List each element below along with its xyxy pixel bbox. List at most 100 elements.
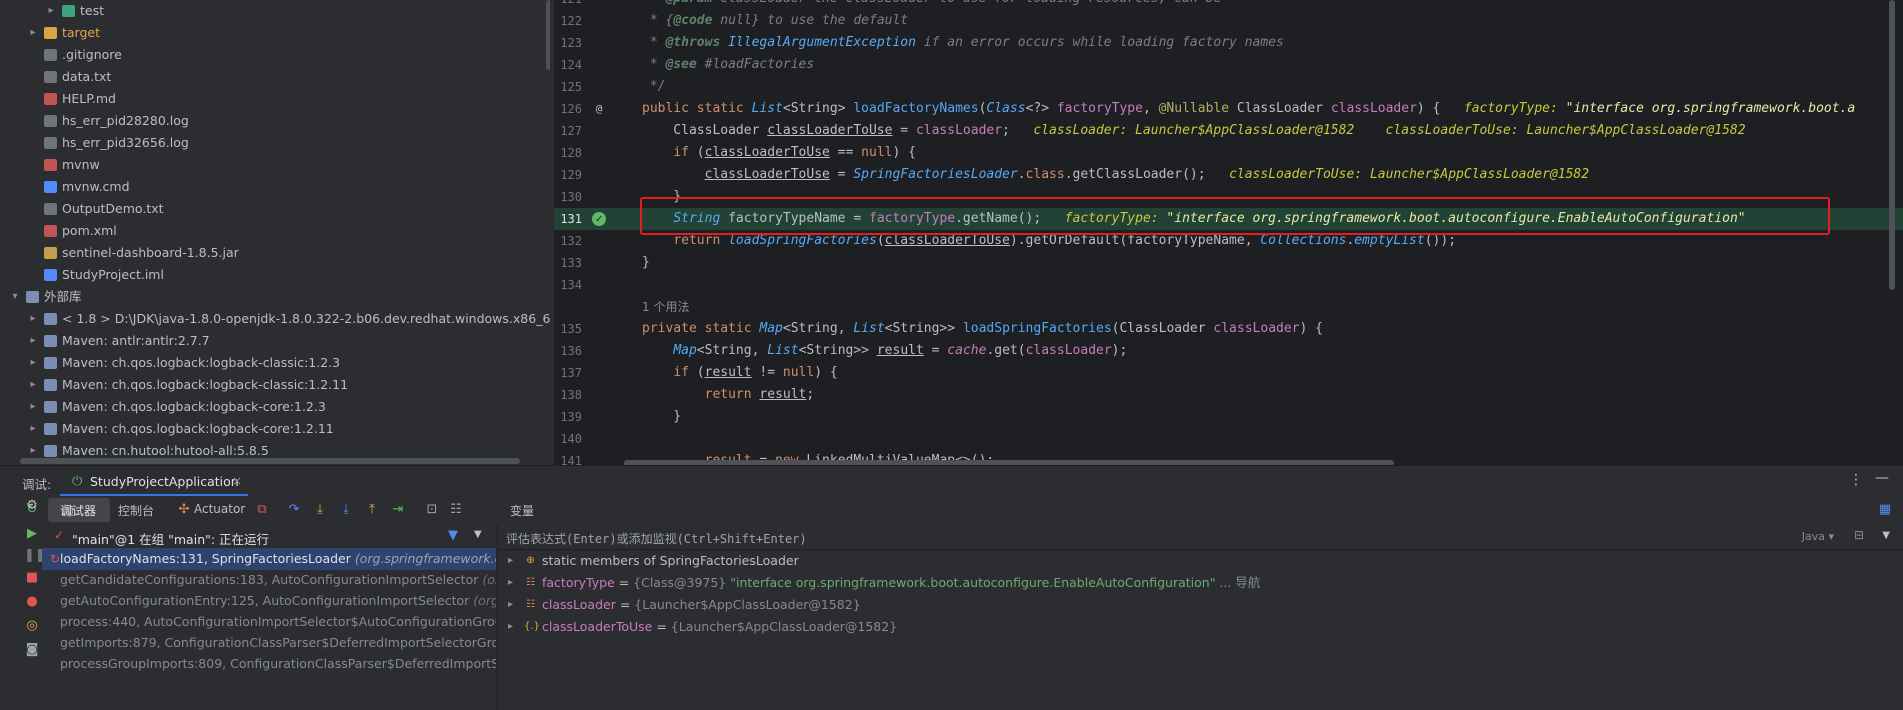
line-number[interactable]: 123 xyxy=(554,32,582,54)
layout-icon[interactable]: ⧉ xyxy=(254,502,270,518)
stack-frame[interactable]: getAutoConfigurationEntry:125, AutoConfi… xyxy=(42,590,496,612)
tree-item[interactable]: OutputDemo.txt xyxy=(0,198,550,220)
filter-icon[interactable]: ▼ xyxy=(448,528,458,543)
code-line[interactable]: 122 * {@code null} to use the default xyxy=(554,10,1903,32)
step-out-icon[interactable]: ⤒ xyxy=(364,502,380,518)
tree-item[interactable]: HELP.md xyxy=(0,88,550,110)
thread-selector[interactable]: ✓ "main"@1 在组 "main": 正在运行 ▼ ▼ xyxy=(42,526,496,548)
evaluate-expression-field[interactable]: 评估表达式(Enter)或添加监视(Ctrl+Shift+Enter) Java… xyxy=(498,524,1903,550)
more-options-icon[interactable]: ⋮ xyxy=(1849,472,1863,488)
line-number[interactable]: 124 xyxy=(554,54,582,76)
editor-vertical-scrollbar[interactable] xyxy=(1889,0,1895,290)
line-number[interactable]: 132 xyxy=(554,230,582,252)
line-number[interactable]: 121 xyxy=(554,0,582,10)
tree-item[interactable]: hs_err_pid32656.log xyxy=(0,132,550,154)
chevron-right-icon[interactable]: ▸ xyxy=(44,0,58,22)
stack-frame[interactable]: getCandidateConfigurations:183, AutoConf… xyxy=(42,569,496,591)
tree-item[interactable]: mvnw xyxy=(0,154,550,176)
tree-item[interactable]: ▸ target xyxy=(0,22,550,44)
tree-item[interactable]: ▸ < 1.8 > D:\JDK\java-1.8.0-openjdk-1.8.0… xyxy=(0,308,550,330)
force-step-into-icon[interactable]: ⤓ xyxy=(338,502,354,518)
mute-breakpoints-icon[interactable]: ◎ xyxy=(24,618,40,634)
code-line[interactable]: 123 * @throws IllegalArgumentException i… xyxy=(554,32,1903,54)
tree-horizontal-scrollbar[interactable] xyxy=(20,458,520,464)
variable-row[interactable]: ▸ ☷ classLoader = {Launcher$AppClassLoader… xyxy=(498,594,1903,616)
code-line[interactable]: 127 ClassLoader classLoaderToUse = class… xyxy=(554,120,1903,142)
line-number[interactable]: 141 xyxy=(554,450,582,465)
stack-frame[interactable]: processGroupImports:809, ConfigurationCl… xyxy=(42,653,496,675)
line-number[interactable]: 134 xyxy=(554,274,582,296)
line-number[interactable]: 127 xyxy=(554,120,582,142)
code-line[interactable]: 140 xyxy=(554,428,1903,450)
tree-item[interactable]: hs_err_pid28280.log xyxy=(0,110,550,132)
stop-icon[interactable]: ■ xyxy=(24,570,40,586)
line-number[interactable]: 135 xyxy=(554,318,582,340)
line-number[interactable]: 133 xyxy=(554,252,582,274)
line-number[interactable]: 128 xyxy=(554,142,582,164)
pin-icon[interactable]: ⊟ xyxy=(1854,528,1864,542)
close-tab-icon[interactable]: × xyxy=(232,474,242,488)
code-line[interactable]: 124 * @see #loadFactories xyxy=(554,54,1903,76)
step-over-icon[interactable]: ↷ xyxy=(286,502,302,518)
minimize-icon[interactable]: — xyxy=(1875,470,1889,486)
chevron-down-icon[interactable]: ▼ xyxy=(474,529,482,540)
tree-item[interactable]: ▸ Maven: ch.qos.logback:logback-classic:1… xyxy=(0,352,550,374)
line-number[interactable]: 130 xyxy=(554,186,582,208)
tree-item[interactable]: sentinel-dashboard-1.8.5.jar xyxy=(0,242,550,264)
code-line[interactable]: 129 classLoaderToUse = SpringFactoriesLo… xyxy=(554,164,1903,186)
line-number[interactable]: 131 xyxy=(554,208,582,230)
chevron-right-icon[interactable]: ▸ xyxy=(26,418,40,440)
chevron-right-icon[interactable]: ▸ xyxy=(26,396,40,418)
code-line[interactable]: 137 if (result != null) { xyxy=(554,362,1903,384)
stack-frame[interactable]: process:440, AutoConfigurationImportSele… xyxy=(42,611,496,633)
chevron-right-icon[interactable]: ▸ xyxy=(26,330,40,352)
chevron-right-icon[interactable]: ▸ xyxy=(26,22,40,44)
stack-frame[interactable]: getImports:879, ConfigurationClassParser… xyxy=(42,632,496,654)
tree-item[interactable]: StudyProject.iml xyxy=(0,264,550,286)
line-number[interactable]: 125 xyxy=(554,76,582,98)
chevron-down-icon[interactable]: ▾ xyxy=(8,286,22,308)
tab-actuator-label[interactable]: Actuator xyxy=(194,502,245,516)
tree-item[interactable]: .gitignore xyxy=(0,44,550,66)
tree-item[interactable]: ▸ test xyxy=(0,0,550,22)
tree-item[interactable]: ▸ Maven: ch.qos.logback:logback-core:1.2.… xyxy=(0,396,550,418)
run-to-cursor-icon[interactable]: ⇥ xyxy=(390,502,406,518)
tree-item[interactable]: ▸ Maven: ch.qos.logback:logback-core:1.2.… xyxy=(0,418,550,440)
language-selector[interactable]: Java ▾ xyxy=(1802,530,1834,543)
tree-vertical-scrollbar[interactable] xyxy=(546,0,550,70)
line-number[interactable]: 129 xyxy=(554,164,582,186)
code-line[interactable]: 134 xyxy=(554,274,1903,296)
code-editor[interactable]: 121 * @param classLoader the ClassLoader… xyxy=(554,0,1903,465)
tab-console-label[interactable]: 控制台 xyxy=(118,502,154,519)
execution-point-icon[interactable]: ✓ xyxy=(592,212,606,226)
layout-settings-icon[interactable]: ▦ xyxy=(1877,502,1893,518)
variable-row[interactable]: ▸ ⊕ static members of SpringFactoriesLoade… xyxy=(498,550,1903,572)
tree-item[interactable]: pom.xml xyxy=(0,220,550,242)
tree-item[interactable]: mvnw.cmd xyxy=(0,176,550,198)
code-line[interactable]: 139 } xyxy=(554,406,1903,428)
code-line[interactable]: 121 * @param classLoader the ClassLoader… xyxy=(554,0,1903,10)
line-number[interactable]: 122 xyxy=(554,10,582,32)
code-line[interactable]: 135 private static Map<String, List<Strin… xyxy=(554,318,1903,340)
variable-row[interactable]: ▸ {.} classLoaderToUse = {Launcher$AppClas… xyxy=(498,616,1903,638)
code-line[interactable]: 128 if (classLoaderToUse == null) { xyxy=(554,142,1903,164)
chevron-right-icon[interactable]: ▸ xyxy=(508,594,513,616)
code-line[interactable]: 125 */ xyxy=(554,76,1903,98)
chevron-right-icon[interactable]: ▸ xyxy=(508,550,513,572)
chevron-right-icon[interactable]: ▸ xyxy=(508,572,513,594)
line-number[interactable]: 126 xyxy=(554,98,582,120)
chevron-down-icon[interactable]: ▼ xyxy=(1882,530,1890,541)
tab-debugger[interactable]: 调试器 xyxy=(48,498,110,522)
step-into-icon[interactable]: ⤓ xyxy=(312,502,328,518)
navigate-link[interactable]: ... 导航 xyxy=(1215,575,1260,590)
chevron-right-icon[interactable]: ▸ xyxy=(508,616,513,638)
tree-item[interactable]: ▸ Maven: antlr:antlr:2.7.7 xyxy=(0,330,550,352)
code-line[interactable]: 136 Map<String, List<String>> result = c… xyxy=(554,340,1903,362)
line-number[interactable]: 139 xyxy=(554,406,582,428)
line-number[interactable]: 136 xyxy=(554,340,582,362)
pause-icon[interactable]: ❚❚ xyxy=(24,548,46,564)
code-line[interactable]: 126 @ public static List<String> loadFacto… xyxy=(554,98,1903,120)
line-number[interactable]: 140 xyxy=(554,428,582,450)
resume-icon[interactable]: ▶ xyxy=(24,526,40,542)
line-number[interactable]: 137 xyxy=(554,362,582,384)
